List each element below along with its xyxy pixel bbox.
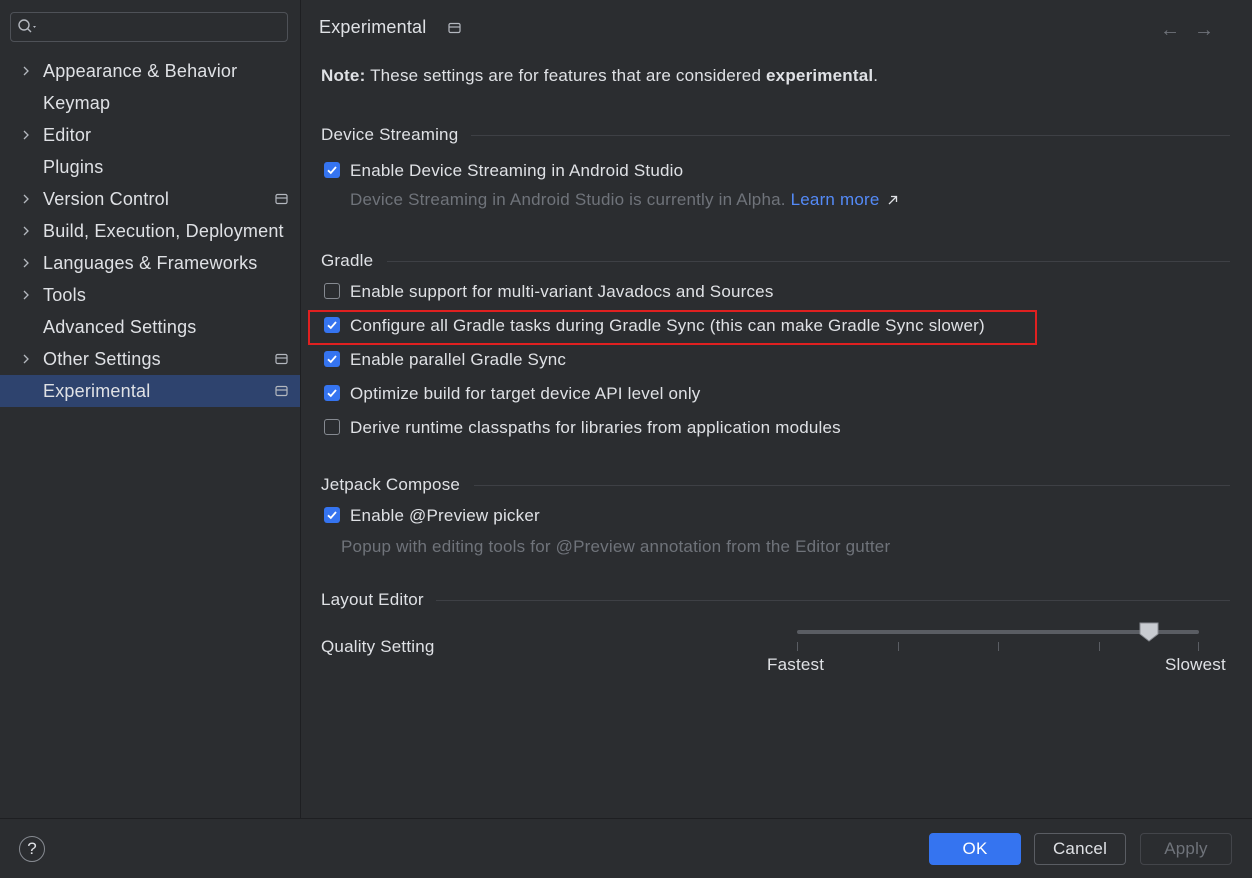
chevron-right-icon[interactable] (20, 257, 32, 269)
section-divider (387, 261, 1230, 262)
note-emphasis: experimental (766, 66, 874, 85)
chevron-right-icon[interactable] (20, 193, 32, 205)
sidebar-item-label: Editor (43, 125, 92, 145)
settings-search-input[interactable] (10, 12, 288, 42)
sidebar-item-tools[interactable]: Tools (0, 279, 300, 311)
project-level-icon (275, 193, 288, 205)
sidebar-item-label: Advanced Settings (43, 317, 197, 337)
device-streaming-hint: Device Streaming in Android Studio is cu… (350, 190, 899, 210)
checkbox-checked[interactable] (324, 507, 340, 523)
section-divider (474, 485, 1230, 486)
chevron-right-icon[interactable] (20, 65, 32, 77)
checkmark-icon (327, 511, 337, 520)
sidebar-item-label: Other Settings (43, 349, 161, 369)
slider-max-label: Slowest (1165, 655, 1226, 674)
checkbox-label: Enable parallel Gradle Sync (350, 350, 567, 369)
sidebar-item-editor[interactable]: Editor (0, 119, 300, 151)
slider-min-label: Fastest (767, 655, 825, 674)
settings-sidebar: Appearance & Behavior Keymap Editor Plug… (0, 0, 301, 818)
section-title-layout-editor: Layout Editor (321, 590, 424, 609)
settings-content: Experimental ← → Note: These settings ar… (301, 0, 1252, 818)
dialog-footer: ? OK Cancel Apply (0, 818, 1252, 878)
checkbox-unchecked[interactable] (324, 283, 340, 299)
project-level-icon (275, 385, 288, 397)
cancel-button[interactable]: Cancel (1034, 833, 1126, 865)
chevron-right-icon[interactable] (20, 289, 32, 301)
slider-tick (797, 642, 798, 651)
section-divider (471, 135, 1230, 136)
sidebar-item-label: Languages & Frameworks (43, 253, 258, 273)
checkbox-label: Configure all Gradle tasks during Gradle… (350, 316, 985, 335)
sidebar-item-label: Experimental (43, 381, 151, 401)
sidebar-item-label: Keymap (43, 93, 111, 113)
slider-tick (998, 642, 999, 651)
sidebar-item-label: Appearance & Behavior (43, 61, 238, 81)
learn-more-link[interactable]: Learn more (791, 190, 880, 209)
project-level-icon (448, 22, 461, 34)
back-arrow-icon[interactable]: ← (1159, 19, 1181, 41)
apply-button[interactable]: Apply (1140, 833, 1232, 865)
checkmark-icon (327, 166, 337, 175)
checkbox-unchecked[interactable] (324, 419, 340, 435)
slider-tick (1198, 642, 1199, 651)
slider-tick (1099, 642, 1100, 651)
section-divider (436, 600, 1230, 601)
sidebar-item-version-control[interactable]: Version Control (0, 183, 300, 215)
checkbox-label: Enable Device Streaming in Android Studi… (350, 161, 684, 180)
forward-arrow-icon[interactable]: → (1193, 19, 1215, 41)
note-text: These settings are for features that are… (365, 66, 767, 85)
sidebar-item-label: Tools (43, 285, 87, 305)
checkbox-checked[interactable] (324, 385, 340, 401)
chevron-right-icon[interactable] (20, 129, 32, 141)
section-title-device-streaming: Device Streaming (321, 125, 459, 144)
experimental-note: Note: These settings are for features th… (321, 66, 878, 86)
section-title-jetpack-compose: Jetpack Compose (321, 475, 461, 494)
checkmark-icon (327, 321, 337, 330)
note-prefix: Note: (321, 66, 366, 85)
sidebar-item-experimental[interactable]: Experimental (0, 375, 300, 407)
sidebar-item-label: Build, Execution, Deployment (43, 221, 284, 241)
hint-text: Device Streaming in Android Studio is cu… (350, 190, 791, 209)
sidebar-item-label: Version Control (43, 189, 170, 209)
sidebar-item-keymap[interactable]: Keymap (0, 87, 300, 119)
note-suffix: . (873, 66, 879, 85)
checkbox-checked[interactable] (324, 317, 340, 333)
chevron-right-icon[interactable] (20, 225, 32, 237)
section-title-gradle: Gradle (321, 251, 374, 270)
slider-tick (898, 642, 899, 651)
sidebar-item-other-settings[interactable]: Other Settings (0, 343, 300, 375)
project-level-icon (275, 353, 288, 365)
sidebar-item-advanced-settings[interactable]: Advanced Settings (0, 311, 300, 343)
ok-button[interactable]: OK (929, 833, 1021, 865)
quality-slider-thumb[interactable] (1139, 622, 1159, 642)
preview-picker-hint: Popup with editing tools for @Preview an… (341, 537, 891, 556)
checkmark-icon (327, 389, 337, 398)
checkbox-label: Optimize build for target device API lev… (350, 384, 701, 403)
search-icon (18, 19, 36, 33)
checkbox-checked[interactable] (324, 162, 340, 178)
sidebar-item-languages-frameworks[interactable]: Languages & Frameworks (0, 247, 300, 279)
sidebar-item-label: Plugins (43, 157, 104, 177)
sidebar-item-plugins[interactable]: Plugins (0, 151, 300, 183)
checkbox-label: Derive runtime classpaths for libraries … (350, 418, 841, 437)
sidebar-item-appearance-behavior[interactable]: Appearance & Behavior (0, 55, 300, 87)
checkbox-label: Enable support for multi-variant Javadoc… (350, 282, 774, 301)
checkmark-icon (327, 355, 337, 364)
page-title: Experimental (319, 17, 427, 37)
checkbox-checked[interactable] (324, 351, 340, 367)
external-link-icon[interactable] (887, 194, 899, 206)
chevron-right-icon[interactable] (20, 353, 32, 365)
sidebar-item-build-execution-deployment[interactable]: Build, Execution, Deployment (0, 215, 300, 247)
checkbox-label: Enable @Preview picker (350, 506, 540, 525)
quality-setting-label: Quality Setting (321, 637, 435, 656)
help-button[interactable]: ? (19, 836, 45, 862)
